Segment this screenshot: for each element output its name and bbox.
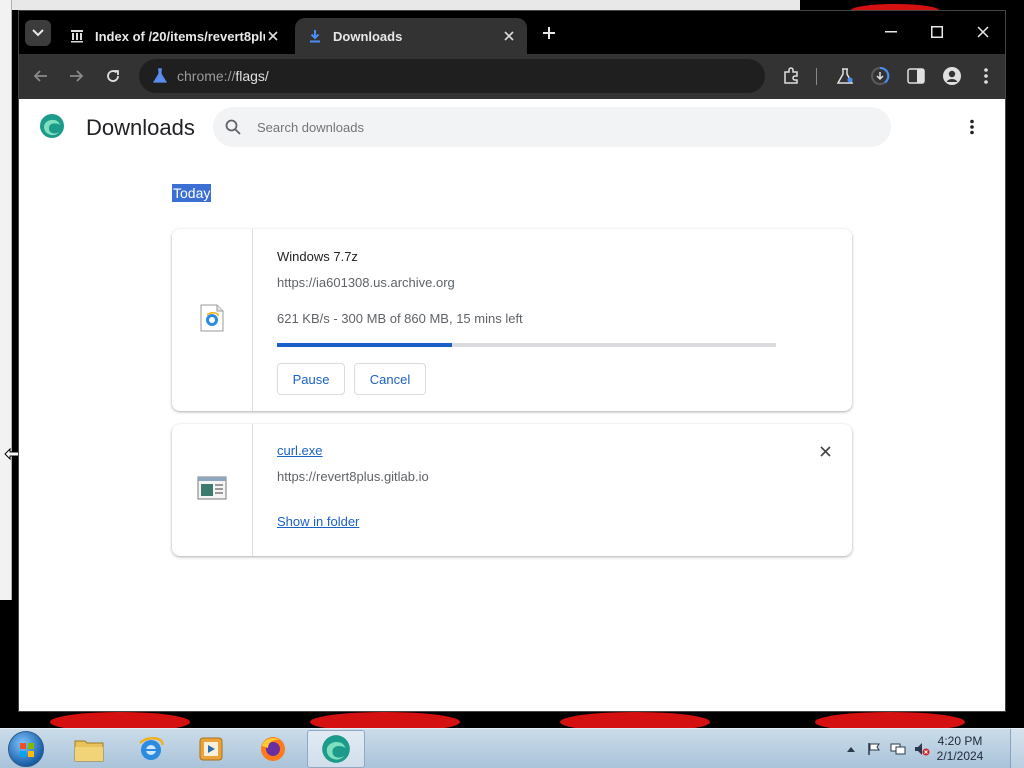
download-progress-icon [871,67,890,85]
taskbar-file-explorer[interactable] [60,730,118,768]
system-clock[interactable]: 4:20 PM 2/1/2024 [930,734,990,764]
reload-icon [107,70,119,82]
download-item: Windows 7.7z https://ia601308.us.archive… [172,229,852,411]
file-source-url: https://ia601308.us.archive.org [277,275,455,290]
side-panel-button[interactable] [904,64,928,88]
cancel-button[interactable]: Cancel [354,363,426,395]
download-item: curl.exe https://revert8plus.gitlab.io S… [172,424,852,556]
page-title: Downloads [86,115,195,140]
reload-button[interactable] [101,64,125,88]
close-tab-icon[interactable] [501,28,517,44]
remove-from-list-button[interactable] [816,442,834,460]
firefox-icon [261,737,285,761]
browser-toolbar: chrome://flags/ [19,54,1005,99]
url-path: flags/ [235,68,269,84]
puzzle-icon [784,67,798,84]
back-arrow-icon [33,70,47,82]
edge-logo-icon [322,735,350,763]
taskbar-firefox[interactable] [244,730,302,768]
file-name-link[interactable]: curl.exe [277,443,323,458]
tab-downloads[interactable]: Downloads [295,18,527,54]
clock-date: 2/1/2024 [936,749,984,763]
exe-file-icon [197,476,227,505]
avatar-icon [943,67,961,85]
plus-icon [543,27,555,39]
tab-search-button[interactable] [25,20,51,46]
date-heading: Today [172,184,212,202]
labs-button[interactable] [833,64,857,88]
windows-logo-icon [20,743,34,757]
progress-fill [277,343,452,347]
show-in-folder-link[interactable]: Show in folder [277,514,359,529]
volume-muted-icon[interactable] [914,741,930,757]
network-icon[interactable] [890,741,906,757]
ie-icon [139,737,164,760]
start-button[interactable] [8,731,44,767]
search-downloads-field[interactable] [213,107,891,147]
download-status: 621 KB/s - 300 MB of 860 MB, 15 mins lef… [277,311,523,326]
show-desktop-button[interactable] [1010,729,1024,768]
minimize-button[interactable] [877,19,905,45]
desktop-window-edge-left [0,0,12,600]
clock-time: 4:20 PM [937,734,983,748]
file-source-url: https://revert8plus.gitlab.io [277,469,429,484]
action-center-icon[interactable] [866,741,882,757]
flag-icon [868,743,880,755]
minimize-icon [885,31,897,33]
flask-icon [151,67,169,85]
tab-archive-index[interactable]: Index of /20/items/revert8plus [59,18,291,54]
tab-title: Index of /20/items/revert8plus [95,28,265,44]
forward-button[interactable] [64,64,88,88]
new-tab-button[interactable] [539,23,559,43]
downloads-page: Downloads Today Windows 7.7z https://ia6… [19,99,1005,711]
chevron-up-icon [847,747,855,752]
search-icon [223,117,243,137]
close-window-button[interactable] [969,19,997,45]
maximize-button[interactable] [923,19,951,45]
pause-button[interactable]: Pause [277,363,345,395]
search-input[interactable] [257,119,857,135]
close-icon [819,445,831,457]
side-panel-icon [907,68,925,84]
url-text: chrome://flags/ [177,68,269,84]
desktop-window-edge [0,0,800,10]
taskbar-edge[interactable] [307,730,365,768]
ie-file-icon [200,304,224,337]
maximize-icon [931,26,943,38]
download-progress-bar [277,343,776,347]
file-name: Windows 7.7z [277,249,358,264]
file-icon-column [172,424,253,556]
taskbar-internet-explorer[interactable] [122,730,180,768]
flask-icon [836,68,854,84]
taskbar-media-player[interactable] [182,730,240,768]
edge-logo-icon [39,113,65,139]
address-bar[interactable]: chrome://flags/ [139,59,765,93]
downloads-menu-button[interactable] [962,117,982,137]
profile-button[interactable] [940,64,964,88]
menu-button[interactable] [974,64,998,88]
taskbar: 4:20 PM 2/1/2024 [0,728,1024,768]
more-vert-icon [970,119,974,135]
file-icon-column [172,229,253,411]
browser-window: Index of /20/items/revert8plus Downloads [18,10,1006,712]
download-icon [307,28,323,44]
download-progress-button[interactable] [868,64,892,88]
tab-title: Downloads [333,28,403,44]
chevron-down-icon [32,29,44,37]
close-tab-icon[interactable] [265,28,281,44]
back-button[interactable] [29,64,53,88]
tab-strip: Index of /20/items/revert8plus Downloads [19,11,1005,54]
more-vert-icon [984,68,988,84]
forward-arrow-icon [70,70,84,82]
url-scheme: chrome:// [177,68,236,84]
toolbar-separator [816,68,817,85]
folder-icon [74,740,104,762]
show-hidden-icons-button[interactable] [843,741,859,757]
archive-icon [69,28,85,44]
extensions-button[interactable] [779,64,803,88]
close-icon [977,26,989,38]
media-player-icon [199,737,223,761]
